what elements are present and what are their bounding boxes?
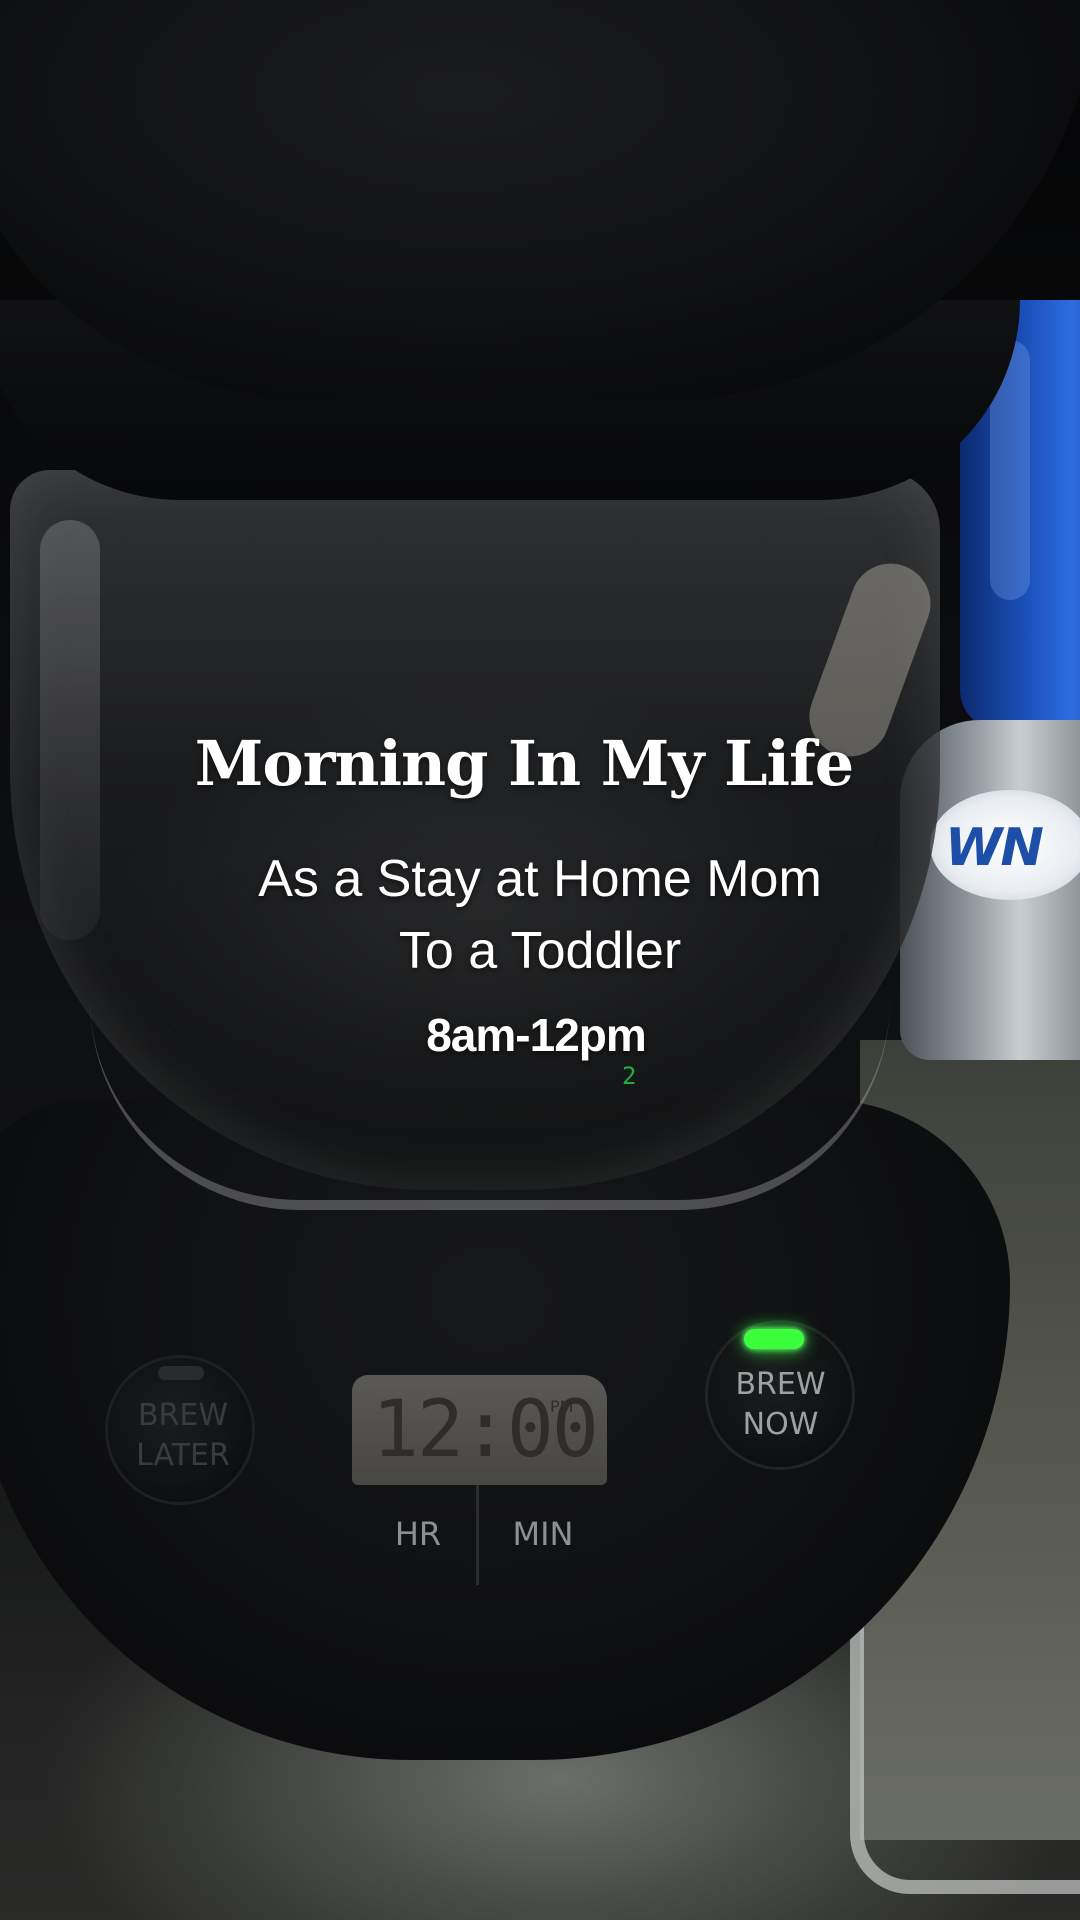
minute-button[interactable]: MIN	[478, 1485, 608, 1585]
overlay-subtitle: As a Stay at Home Mom To a Toddler	[258, 850, 822, 980]
minute-button-label: MIN	[512, 1515, 574, 1553]
brew-now-led	[744, 1329, 804, 1349]
hour-button-label: HR	[394, 1515, 442, 1553]
hour-button[interactable]: HR	[360, 1485, 479, 1585]
overlay-time-range: 8am-12pm	[426, 1009, 647, 1061]
brew-now-label: BREW NOW	[735, 1367, 826, 1442]
counter-edge	[850, 1580, 1080, 1894]
brew-later-led	[158, 1366, 204, 1380]
clock-ampm: PM	[550, 1397, 574, 1416]
photo-scene: WN 2 BREW LATER 12:00 PM HR MIN BREW NOW…	[0, 0, 1080, 1920]
led-reflection: 2	[622, 1062, 637, 1090]
clock-display: 12:00 PM	[352, 1375, 607, 1485]
brew-later-button[interactable]: BREW LATER	[105, 1355, 255, 1505]
brew-now-button[interactable]: BREW NOW	[705, 1320, 855, 1470]
brew-later-label: BREW LATER	[136, 1398, 230, 1473]
overlay-title: Morning In My Life	[194, 727, 854, 800]
